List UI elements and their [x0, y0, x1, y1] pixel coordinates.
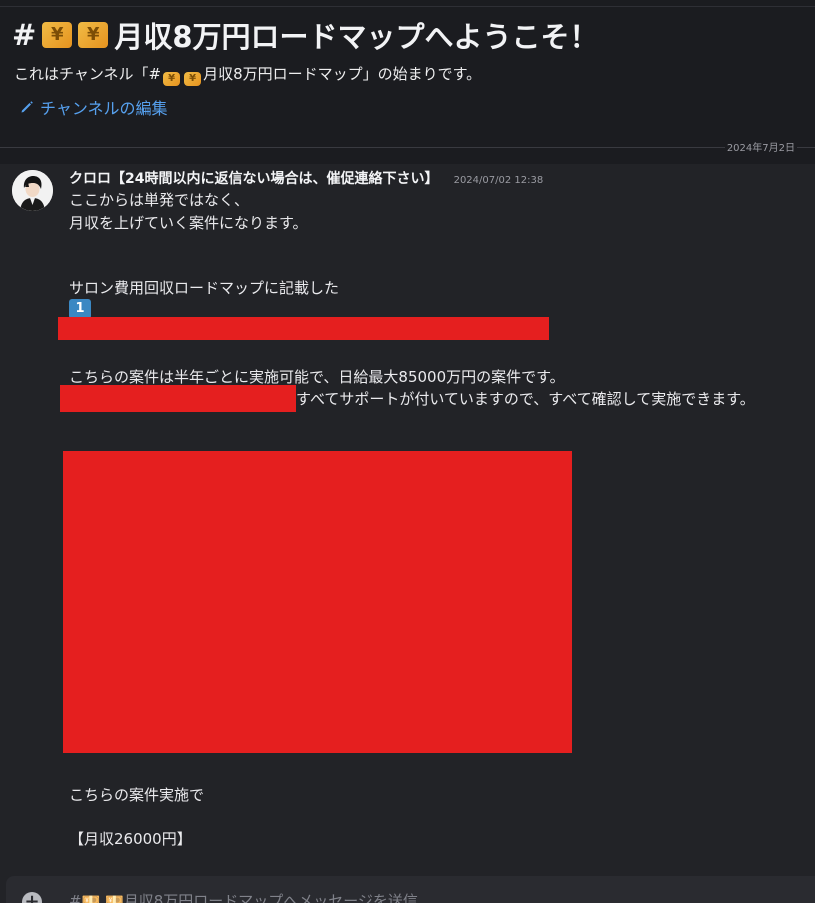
welcome-title: # ¥ ¥ 月収8万円ロードマップへようこそ！	[12, 14, 599, 56]
money-with-yen-icon: ¥	[184, 72, 202, 86]
money-with-yen-icon: ¥	[163, 72, 181, 86]
top-divider	[0, 6, 815, 7]
date-divider: 2024年7月2日	[0, 139, 815, 159]
redacted-text	[60, 385, 296, 412]
message-line: ここからは単発ではなく、	[69, 191, 250, 209]
money-with-yen-icon: ¥	[42, 22, 73, 48]
message-line: 月収を上げていく案件になります。	[69, 214, 308, 232]
intro-prefix: これはチャンネル「#	[14, 65, 162, 83]
message-line: こちらの案件実施で	[69, 786, 205, 804]
author-name[interactable]: クロロ【24時間以内に返信ない場合は、催促連絡下さい】	[69, 171, 438, 187]
date-divider-line	[0, 147, 815, 148]
message-line: 【月収26000円】	[69, 830, 192, 848]
welcome-title-text: 月収8万円ロードマップへようこそ！	[114, 20, 599, 54]
plus-icon[interactable]: +	[22, 892, 42, 903]
edit-channel-link[interactable]: チャンネルの編集	[20, 95, 168, 119]
avatar-image	[12, 170, 53, 211]
money-with-yen-icon: ¥	[78, 22, 109, 48]
channel-intro: これはチャンネル「# ¥ ¥ 月収8万円ロードマップ」の始まりです。	[14, 63, 481, 86]
message-line: こちらの案件は半年ごとに実施可能で、日給最大85000万円の案件です。	[69, 368, 565, 386]
redacted-image	[63, 451, 572, 753]
redacted-link	[58, 317, 549, 340]
message-input-placeholder[interactable]: #💴 💴月収8万円ロードマップへメッセージを送信	[69, 890, 418, 903]
avatar[interactable]	[12, 170, 53, 211]
channel-welcome-header: # ¥ ¥ 月収8万円ロードマップへようこそ！ これはチャンネル「# ¥ ¥ 月収8万…	[0, 0, 815, 164]
keycap-one-emoji: 1	[69, 299, 91, 319]
message-line: すべてサポートが付いていますので、すべて確認して実施できます。	[296, 390, 755, 408]
date-divider-label: 2024年7月2日	[724, 139, 797, 154]
message-header: クロロ【24時間以内に返信ない場合は、催促連絡下さい】 2024/07/02 1…	[69, 168, 543, 188]
hash-icon: #	[12, 18, 37, 52]
intro-channel-name: 月収8万円ロードマップ	[203, 65, 363, 83]
chat-page: # ¥ ¥ 月収8万円ロードマップへようこそ！ これはチャンネル「# ¥ ¥ 月収8万…	[0, 0, 815, 903]
pencil-icon	[21, 101, 33, 113]
message-line: サロン費用回収ロードマップに記載した	[69, 279, 340, 297]
message-timestamp: 2024/07/02 12:38	[453, 175, 544, 186]
edit-channel-label[interactable]: チャンネルの編集	[40, 95, 168, 119]
message-composer[interactable]: + #💴 💴月収8万円ロードマップへメッセージを送信	[6, 876, 815, 903]
intro-suffix: 」の始まりです。	[362, 65, 482, 83]
